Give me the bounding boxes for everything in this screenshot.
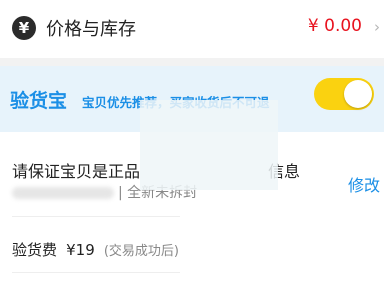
fee-value: ¥19 xyxy=(66,241,95,259)
inspection-fee-row: 验货费 ¥19 (交易成功后) xyxy=(12,239,179,260)
inspection-toggle[interactable] xyxy=(314,78,374,110)
edit-button[interactable]: 修改 xyxy=(348,172,380,196)
toggle-knob xyxy=(344,80,372,108)
fee-note: (交易成功后) xyxy=(103,244,179,259)
obscured-area xyxy=(140,100,278,190)
divider xyxy=(12,216,180,217)
blurred-tag xyxy=(12,187,114,199)
price-stock-row[interactable]: ¥ 价格与库存 ¥ 0.00 › xyxy=(0,0,384,58)
fee-label: 验货费 xyxy=(12,241,58,259)
divider xyxy=(12,272,180,273)
price-value: ¥ 0.00 xyxy=(307,16,362,36)
chevron-right-icon: › xyxy=(374,18,380,36)
yen-icon: ¥ xyxy=(12,16,36,40)
inspection-title: 验货宝 xyxy=(10,90,68,112)
price-stock-title: 价格与库存 xyxy=(46,19,136,40)
section-divider xyxy=(0,58,384,66)
guarantee-text: 请保证宝贝是正品 xyxy=(12,162,141,181)
